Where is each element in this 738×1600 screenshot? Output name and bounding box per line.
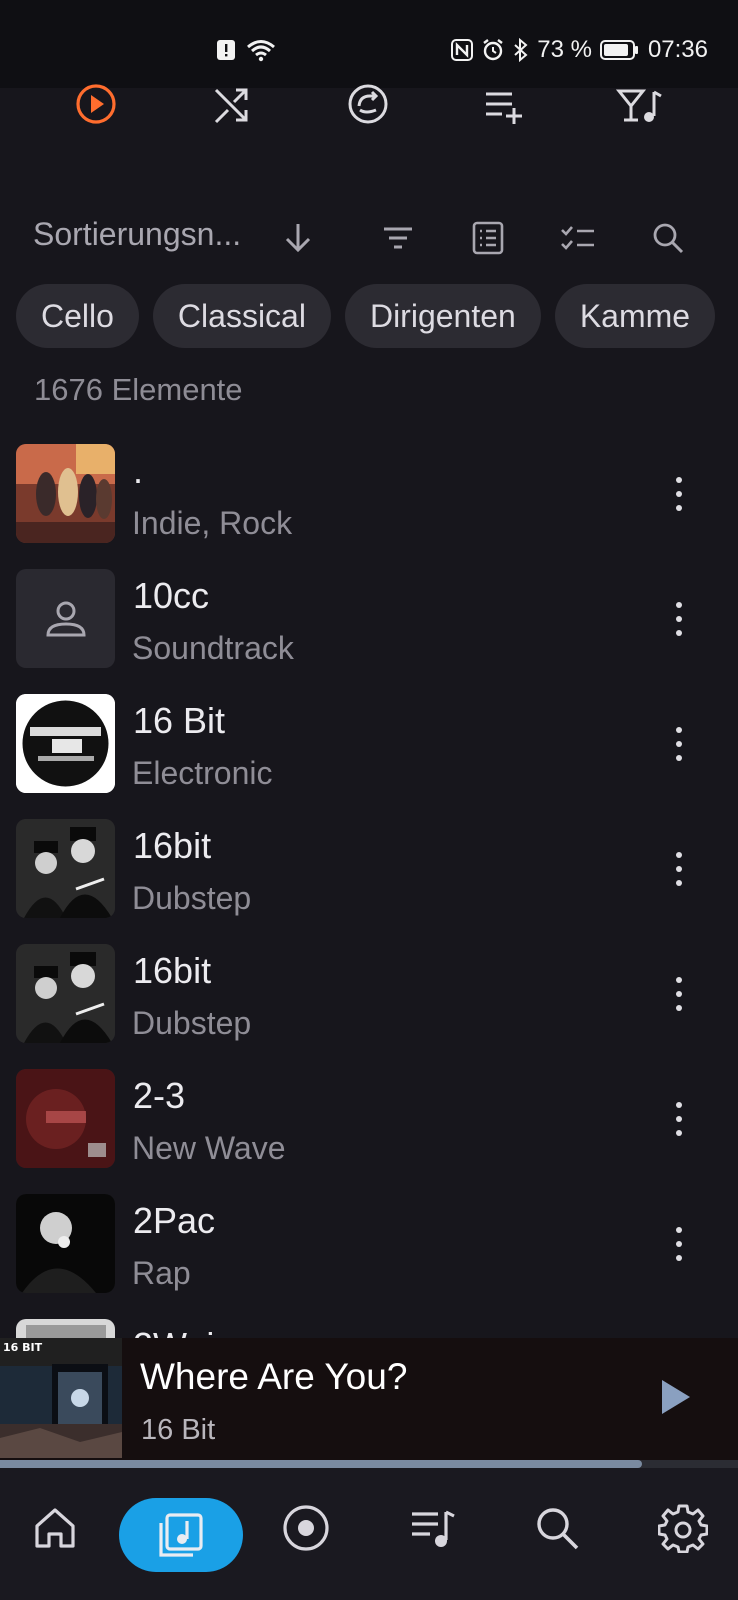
artist-name: 16bit	[133, 825, 212, 866]
artist-genre: Rap	[132, 1255, 191, 1291]
list-item[interactable]: 16 Bit Electronic	[0, 690, 738, 815]
artist-thumbnail	[16, 1194, 115, 1293]
artist-name: 2Wei	[133, 1325, 214, 1338]
artist-genre: Dubstep	[132, 1005, 252, 1041]
artist-genre: Dubstep	[132, 880, 252, 916]
home-icon[interactable]	[23, 1496, 87, 1560]
alert-icon	[216, 39, 236, 61]
bluetooth-icon	[513, 38, 529, 62]
artist-name: 10cc	[133, 575, 210, 616]
track-artist: 16 Bit	[141, 1414, 216, 1446]
alarm-icon	[481, 38, 505, 62]
artist-name: .	[133, 450, 144, 491]
more-options-icon[interactable]	[664, 591, 694, 647]
artist-name: 16bit	[133, 950, 212, 991]
battery-icon	[599, 39, 640, 61]
item-count: 1676 Elemente	[34, 372, 243, 407]
album-art-text: 16 BIT	[3, 1341, 43, 1354]
more-options-icon[interactable]	[664, 1216, 694, 1272]
artist-thumbnail	[16, 694, 115, 793]
wifi-icon	[246, 38, 276, 62]
artist-genre: Soundtrack	[132, 630, 294, 666]
list-view-icon[interactable]	[466, 216, 510, 260]
chip-kammer[interactable]: Kamme	[554, 284, 716, 348]
list-item[interactable]: 2Wei	[0, 1315, 738, 1338]
search-icon[interactable]	[525, 1496, 589, 1560]
album-icon[interactable]	[274, 1496, 338, 1560]
battery-percent: 73 %	[537, 36, 592, 63]
artist-genre: Indie, Rock	[132, 505, 293, 541]
artist-name: 2-3	[133, 1075, 186, 1116]
artist-genre: Electronic	[132, 755, 273, 791]
more-options-icon[interactable]	[664, 841, 694, 897]
artist-name: 16 Bit	[133, 700, 226, 741]
track-title: Where Are You?	[140, 1356, 408, 1397]
sort-down-icon[interactable]	[276, 216, 320, 260]
playlist-add-icon[interactable]	[480, 84, 528, 128]
chip-classical[interactable]: Classical	[152, 284, 331, 348]
artist-thumbnail	[16, 1319, 115, 1338]
list-item[interactable]: 10cc Soundtrack	[0, 565, 738, 690]
more-options-icon[interactable]	[664, 466, 694, 522]
more-options-icon[interactable]	[664, 966, 694, 1022]
status-bar: 73 % 07:36	[0, 0, 738, 88]
chip-cello[interactable]: Cello	[16, 284, 139, 348]
artist-thumbnail	[16, 944, 115, 1043]
person-placeholder-icon	[16, 569, 115, 668]
search-icon[interactable]	[646, 216, 690, 260]
filter-icon[interactable]	[376, 216, 420, 260]
play-circle-icon[interactable]	[72, 84, 120, 128]
more-options-icon[interactable]	[664, 1091, 694, 1147]
list-item[interactable]: 2Pac Rap	[0, 1190, 738, 1315]
library-icon[interactable]	[119, 1498, 243, 1572]
queue-icon[interactable]	[400, 1496, 464, 1560]
sort-bar: Sortierungsn...	[0, 210, 738, 264]
playback-progress-fill	[0, 1460, 643, 1468]
artist-thumbnail	[16, 819, 115, 918]
list-item[interactable]: 2-3 New Wave	[0, 1065, 738, 1190]
more-options-icon[interactable]	[664, 716, 694, 772]
shuffle-icon[interactable]	[208, 84, 256, 128]
list-item[interactable]: 16bit Dubstep	[0, 815, 738, 940]
artist-thumbnail	[16, 444, 115, 543]
clock: 07:36	[647, 36, 708, 63]
settings-icon[interactable]	[651, 1496, 715, 1560]
select-icon[interactable]	[556, 216, 600, 260]
genre-chips: Cello Classical Dirigenten Kamme	[16, 284, 738, 350]
chip-dirigenten[interactable]: Dirigenten	[344, 284, 541, 348]
radio-icon[interactable]	[344, 84, 392, 128]
artist-name: 2Pac	[133, 1200, 216, 1241]
album-art: 16 BIT	[0, 1338, 122, 1458]
action-toolbar	[0, 84, 738, 128]
sort-label[interactable]: Sortierungsn...	[33, 216, 241, 253]
bottom-navigation	[0, 1468, 738, 1600]
playback-progress[interactable]	[0, 1460, 738, 1468]
list-item[interactable]: 16bit Dubstep	[0, 940, 738, 1065]
artist-genre: New Wave	[132, 1130, 286, 1166]
mini-player[interactable]: 16 BIT Where Are You? 16 Bit	[0, 1338, 738, 1460]
play-icon[interactable]	[658, 1376, 694, 1418]
artist-thumbnail	[16, 1069, 115, 1168]
nfc-icon	[451, 39, 474, 61]
artist-list: . Indie, Rock 10cc Soundtrack 16 Bit Ele…	[0, 440, 738, 1338]
list-item[interactable]: . Indie, Rock	[0, 440, 738, 565]
equalizer-icon[interactable]	[616, 84, 664, 128]
